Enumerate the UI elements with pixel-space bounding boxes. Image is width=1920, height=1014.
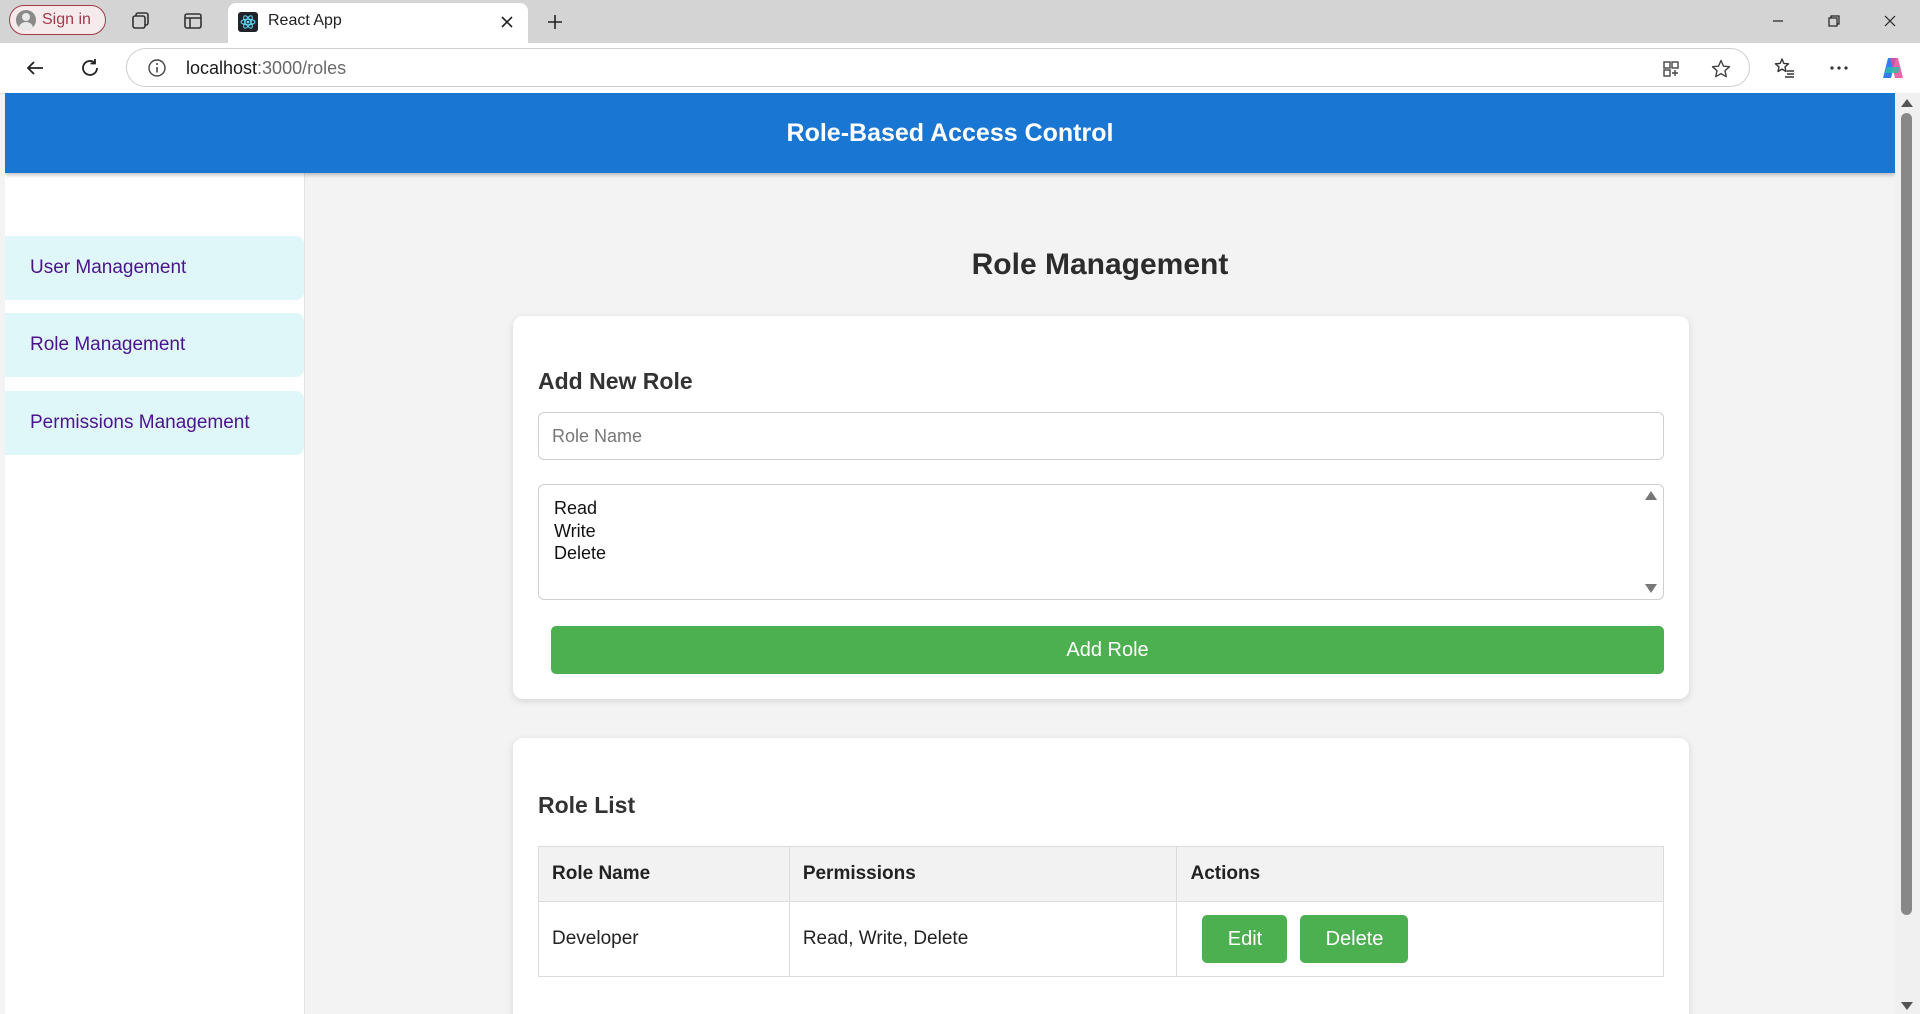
more-icon[interactable] — [1825, 54, 1853, 82]
roles-table: Role Name Permissions Actions Developer … — [538, 846, 1664, 977]
scrollbar-thumb[interactable] — [1901, 113, 1912, 915]
profile-icon — [16, 10, 36, 30]
favorites-icon[interactable] — [1771, 54, 1799, 82]
column-header-permissions: Permissions — [788, 846, 1178, 902]
role-name-cell: Developer — [538, 901, 790, 977]
sign-in-button[interactable]: Sign in — [9, 5, 106, 35]
react-favicon — [238, 12, 258, 32]
sidebar: User Management Role Management Permissi… — [5, 173, 305, 1014]
tab-title: React App — [268, 12, 342, 29]
role-list-heading: Role List — [538, 792, 636, 818]
scroll-up-icon[interactable] — [1645, 491, 1657, 500]
browser-tab-bar: Sign in React App — [0, 0, 1920, 43]
add-role-card: Add New Role Read Write Delete Add Role — [513, 316, 1689, 699]
page-scrollbar[interactable] — [1895, 93, 1920, 1014]
sidebar-item-permissions-management[interactable]: Permissions Management — [5, 391, 304, 455]
role-name-input[interactable] — [538, 412, 1664, 460]
minimize-icon[interactable] — [1758, 6, 1798, 36]
url-host: localhost — [186, 58, 258, 78]
info-icon[interactable] — [147, 58, 167, 78]
window-close-icon[interactable] — [1870, 6, 1910, 36]
app-header: Role-Based Access Control — [5, 93, 1895, 173]
table-row: Developer Read, Write, Delete Edit Delet… — [538, 901, 1664, 977]
table-header-row: Role Name Permissions Actions — [538, 846, 1664, 902]
permission-option-write[interactable]: Write — [554, 521, 596, 542]
plus-icon[interactable] — [541, 8, 569, 36]
actions-group: Edit Delete — [1190, 915, 1650, 963]
page-title: Role Management — [971, 248, 1229, 281]
refresh-icon[interactable] — [74, 52, 106, 84]
restore-icon[interactable] — [1814, 6, 1854, 36]
sign-in-label: Sign in — [42, 11, 91, 28]
app-available-icon[interactable] — [1659, 57, 1683, 81]
sidebar-item-label: Permissions Management — [30, 412, 250, 433]
main-content: Role Management Add New Role Read Write … — [305, 173, 1895, 1014]
role-permissions-cell: Read, Write, Delete — [788, 901, 1178, 977]
page-viewport: Role-Based Access Control User Managemen… — [5, 93, 1895, 1014]
add-role-button[interactable]: Add Role — [551, 626, 1664, 674]
column-header-actions: Actions — [1176, 846, 1664, 902]
scrollbar-down-arrow[interactable] — [1901, 1002, 1913, 1010]
sidebar-item-label: User Management — [30, 257, 187, 278]
edit-button[interactable]: Edit — [1202, 915, 1288, 963]
column-header-role-name: Role Name — [538, 846, 790, 902]
permission-option-delete[interactable]: Delete — [554, 543, 606, 564]
delete-button[interactable]: Delete — [1300, 915, 1409, 963]
sidebar-item-user-management[interactable]: User Management — [5, 236, 304, 300]
back-icon[interactable] — [19, 52, 51, 84]
scrollbar-up-arrow[interactable] — [1901, 99, 1913, 107]
workspaces-icon[interactable] — [128, 8, 154, 34]
role-actions-cell: Edit Delete — [1176, 901, 1664, 977]
app-title: Role-Based Access Control — [786, 118, 1114, 147]
url-path: :3000/roles — [257, 58, 347, 78]
permission-option-read[interactable]: Read — [554, 498, 597, 519]
sidebar-item-role-management[interactable]: Role Management — [5, 313, 304, 377]
add-role-heading: Add New Role — [538, 368, 693, 394]
scroll-down-icon[interactable] — [1645, 584, 1657, 593]
address-bar[interactable]: localhost:3000/roles — [126, 48, 1750, 87]
sidebar-item-label: Role Management — [30, 334, 186, 355]
favorite-star-icon[interactable] — [1709, 57, 1733, 81]
role-list-card: Role List Role Name Permissions Actions … — [513, 738, 1689, 1014]
active-tab[interactable]: React App — [228, 3, 528, 43]
url-text[interactable]: localhost:3000/roles — [186, 58, 346, 79]
copilot-icon[interactable] — [1879, 54, 1907, 82]
close-icon[interactable] — [496, 11, 518, 33]
browser-toolbar: localhost:3000/roles — [0, 43, 1920, 94]
permissions-select[interactable]: Read Write Delete — [538, 484, 1664, 600]
tab-actions-icon[interactable] — [180, 8, 206, 34]
